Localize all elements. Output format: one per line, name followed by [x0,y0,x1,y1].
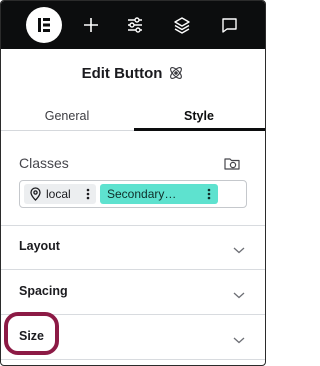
chat-bubble-icon[interactable] [216,12,242,38]
section-divider [1,225,265,226]
section-label: Layout [19,239,60,253]
section-spacing[interactable]: Spacing [1,272,265,312]
section-layout[interactable]: Layout [1,227,265,267]
more-vertical-icon[interactable] [204,187,214,201]
editor-panel: Edit Button General Style Classes local … [0,0,266,366]
map-pin-icon [29,187,42,201]
tab-general[interactable]: General [1,99,133,133]
atom-icon [168,65,184,81]
panel-header: Edit Button [1,59,265,87]
chevron-down-icon [233,287,245,299]
chevron-down-icon [233,332,245,344]
top-toolbar [1,1,265,49]
class-chip-local[interactable]: local [24,184,96,204]
folder-palette-icon[interactable] [223,154,241,172]
plus-icon[interactable] [78,12,104,38]
size-highlight-annotation [4,312,59,355]
chevron-down-icon [233,242,245,254]
classes-label: Classes [19,155,69,171]
more-vertical-icon[interactable] [83,187,93,201]
class-chip-label: local [46,187,71,201]
elementor-logo-icon[interactable] [26,7,62,43]
section-divider [1,359,265,360]
layers-icon[interactable] [169,12,195,38]
class-chip-secondary[interactable]: Secondary… [100,184,218,204]
section-divider [1,269,265,270]
classes-selector[interactable]: local Secondary… [19,180,247,208]
active-tab-indicator [134,128,265,131]
page-title: Edit Button [81,64,163,82]
section-label: Spacing [19,284,68,298]
sliders-icon[interactable] [122,12,148,38]
class-chip-label: Secondary… [107,187,177,201]
